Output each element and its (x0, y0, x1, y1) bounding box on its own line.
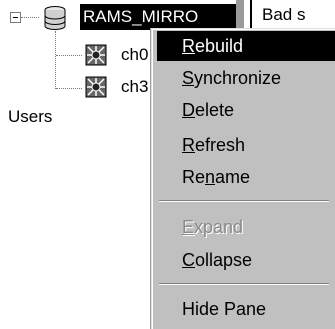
tree-connector (56, 88, 82, 89)
menu-item-label: Delete (182, 100, 235, 120)
menu-item-synchronize[interactable]: Synchronize (157, 63, 335, 93)
menu-item-delete[interactable]: Delete (157, 95, 335, 125)
menu-separator (159, 200, 329, 202)
tree-connector (56, 55, 82, 56)
tree-connector (21, 17, 39, 18)
menu-item-label: Rename (182, 167, 251, 187)
context-menu: Rebuild Synchronize Delete Refresh Renam… (151, 28, 335, 329)
collapse-icon[interactable] (10, 12, 21, 23)
menu-item-label: Rebuild (182, 36, 244, 56)
menu-separator (159, 283, 329, 285)
menu-item-hide-pane[interactable]: Hide Pane (157, 294, 335, 324)
menu-item-rebuild[interactable]: Rebuild (157, 31, 335, 61)
tree-node-users[interactable]: Users (8, 104, 52, 130)
tree-node-root[interactable]: RAMS_MIRRO (80, 4, 236, 30)
tree-node-child[interactable]: ch0 (121, 42, 148, 68)
channel-icon (85, 76, 107, 98)
menu-item-rename[interactable]: Rename (157, 162, 335, 192)
menu-item-label: Synchronize (182, 68, 282, 88)
pane-divider (250, 0, 252, 30)
menu-item-label: Refresh (182, 135, 246, 155)
channel-icon (85, 44, 107, 66)
menu-item-collapse[interactable]: Collapse (157, 245, 335, 275)
tree-node-child[interactable]: ch3 (121, 74, 148, 100)
menu-item-expand: Expand (157, 212, 335, 242)
menu-item-label: Expand (182, 217, 244, 237)
menu-item-label: Collapse (182, 250, 253, 270)
database-icon (44, 6, 66, 30)
menu-item-label: Hide Pane (182, 299, 267, 319)
right-pane-text: Bad s (262, 5, 306, 24)
tree-connector (55, 31, 56, 89)
pane-splitter[interactable] (236, 0, 244, 30)
menu-item-refresh[interactable]: Refresh (157, 130, 335, 160)
